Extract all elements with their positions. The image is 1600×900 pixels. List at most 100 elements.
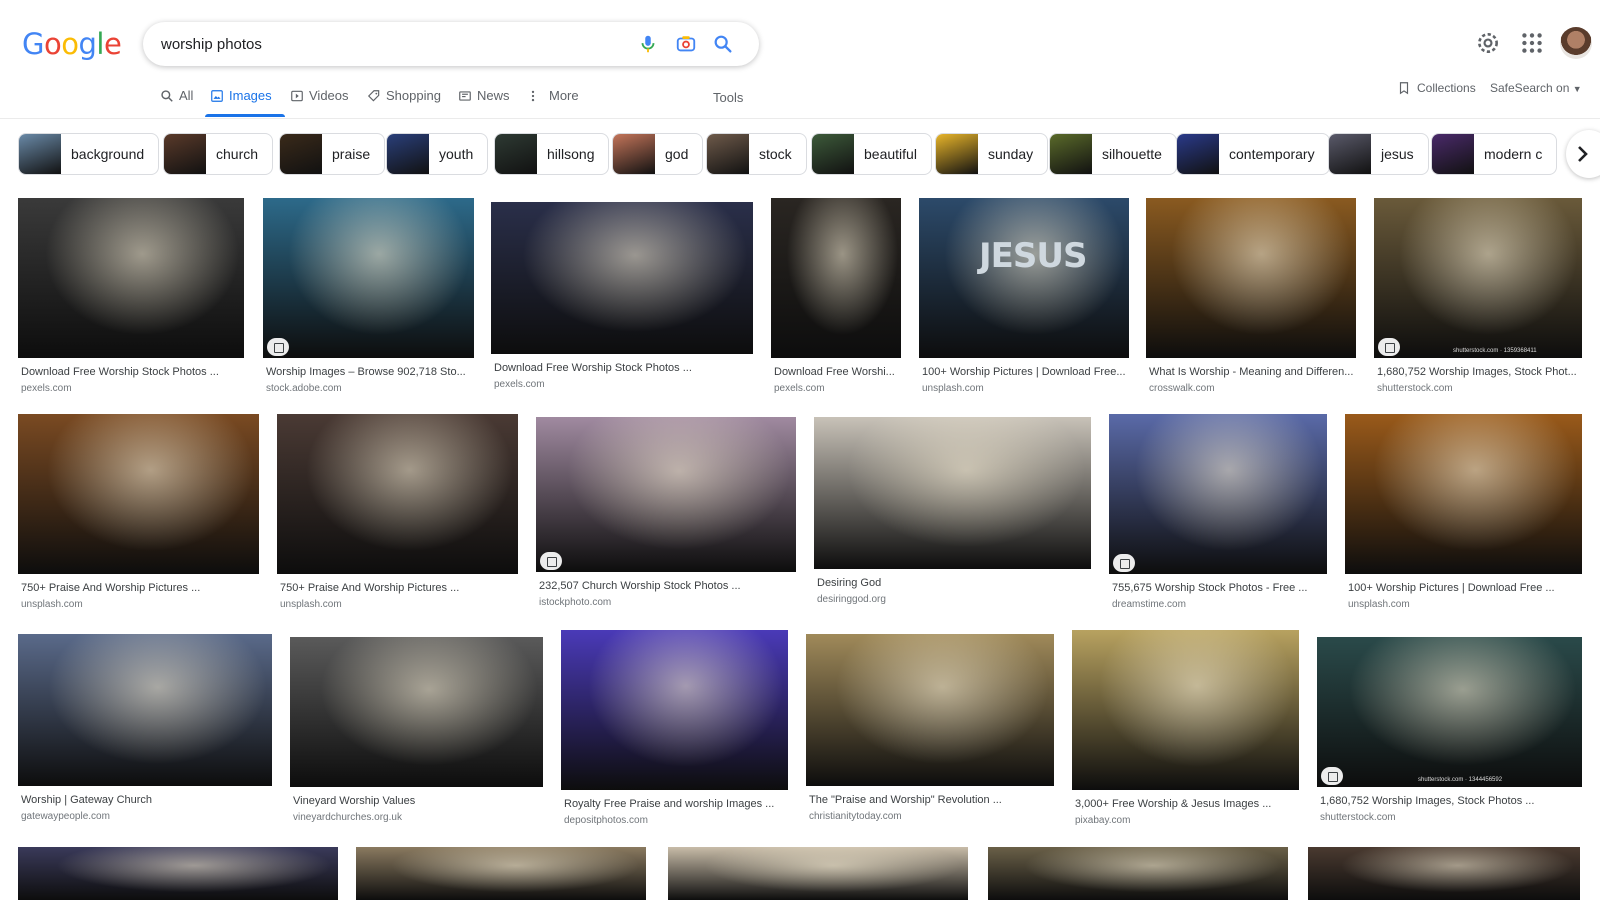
result-source[interactable]: desiringgod.org	[817, 594, 886, 605]
result-source[interactable]: shutterstock.com	[1377, 383, 1453, 394]
chip-modern-c[interactable]: modern c	[1431, 133, 1558, 175]
result-thumbnail[interactable]	[1317, 637, 1582, 787]
tab-all[interactable]: All	[160, 88, 193, 118]
safesearch-dropdown[interactable]: SafeSearch on ▼	[1490, 81, 1582, 95]
tab-shopping[interactable]: Shopping	[367, 88, 441, 118]
result-source[interactable]: unsplash.com	[1348, 599, 1410, 610]
product-badge-icon	[1378, 338, 1400, 356]
result-source[interactable]: pexels.com	[21, 383, 72, 394]
chip-god[interactable]: god	[612, 133, 704, 175]
result-title[interactable]: Worship Images – Browse 902,718 Sto...	[266, 366, 473, 378]
result-source[interactable]: unsplash.com	[21, 599, 83, 610]
result-thumbnail[interactable]	[277, 414, 518, 574]
result-source[interactable]: shutterstock.com	[1320, 812, 1396, 823]
result-source[interactable]: christianitytoday.com	[809, 811, 902, 822]
result-source[interactable]: pexels.com	[494, 379, 545, 390]
result-thumbnail[interactable]	[814, 417, 1091, 569]
result-source[interactable]: unsplash.com	[922, 383, 984, 394]
result-source[interactable]: stock.adobe.com	[266, 383, 342, 394]
gear-icon[interactable]	[1475, 30, 1501, 56]
search-box[interactable]	[143, 22, 759, 66]
result-thumbnail[interactable]	[988, 847, 1288, 900]
google-logo[interactable]: Google	[22, 27, 122, 61]
result-thumbnail[interactable]	[1072, 630, 1299, 790]
result-title[interactable]: 232,507 Church Worship Stock Photos ...	[539, 580, 795, 592]
tab-news[interactable]: News	[458, 88, 510, 118]
result-thumbnail[interactable]	[263, 198, 474, 358]
chip-praise[interactable]: praise	[279, 133, 386, 175]
avatar[interactable]	[1560, 27, 1592, 59]
search-icon[interactable]	[712, 33, 734, 55]
result-source[interactable]: pexels.com	[774, 383, 825, 394]
chip-beautiful[interactable]: beautiful	[811, 133, 932, 175]
result-thumbnail[interactable]	[806, 634, 1054, 786]
result-title[interactable]: Download Free Worship Stock Photos ...	[494, 362, 752, 374]
result-title[interactable]: Download Free Worshi...	[774, 366, 900, 378]
result-source[interactable]: unsplash.com	[280, 599, 342, 610]
apps-grid-icon[interactable]	[1519, 30, 1545, 56]
result-thumbnail[interactable]	[771, 198, 901, 358]
chip-stock[interactable]: stock	[706, 133, 807, 175]
result-thumbnail[interactable]	[1146, 198, 1356, 358]
chip-sunday[interactable]: sunday	[935, 133, 1049, 175]
result-thumbnail[interactable]	[1308, 847, 1580, 900]
result-title[interactable]: 750+ Praise And Worship Pictures ...	[280, 582, 517, 594]
chip-label: jesus	[1381, 146, 1414, 162]
result-source[interactable]: vineyardchurches.org.uk	[293, 812, 402, 823]
chip-church[interactable]: church	[163, 133, 274, 175]
result-source[interactable]: pixabay.com	[1075, 815, 1130, 826]
result-thumbnail[interactable]	[1374, 198, 1582, 358]
result-title[interactable]: 3,000+ Free Worship & Jesus Images ...	[1075, 798, 1298, 810]
result-source[interactable]: dreamstime.com	[1112, 599, 1186, 610]
chip-thumbnail	[613, 134, 655, 174]
result-title[interactable]: Vineyard Worship Values	[293, 795, 542, 807]
camera-lens-icon[interactable]	[675, 33, 697, 55]
result-thumbnail[interactable]	[356, 847, 646, 900]
microphone-icon[interactable]	[637, 33, 659, 55]
result-source[interactable]: istockphoto.com	[539, 597, 611, 608]
result-source[interactable]: gatewaypeople.com	[21, 811, 110, 822]
result-thumbnail[interactable]	[536, 417, 796, 572]
chip-silhouette[interactable]: silhouette	[1049, 133, 1177, 175]
result-source[interactable]: crosswalk.com	[1149, 383, 1215, 394]
chip-youth[interactable]: youth	[386, 133, 489, 175]
result-thumbnail[interactable]	[668, 847, 968, 900]
chip-hillsong[interactable]: hillsong	[494, 133, 610, 175]
chip-background[interactable]: background	[18, 133, 160, 175]
result-thumbnail[interactable]	[18, 634, 272, 786]
result-title[interactable]: Worship | Gateway Church	[21, 794, 271, 806]
chip-label: praise	[332, 146, 371, 162]
result-thumbnail[interactable]	[18, 847, 338, 900]
tools-button[interactable]: Tools	[713, 90, 743, 105]
tag-icon	[367, 89, 381, 103]
result-title[interactable]: 755,675 Worship Stock Photos - Free ...	[1112, 582, 1326, 594]
result-title[interactable]: 750+ Praise And Worship Pictures ...	[21, 582, 258, 594]
result-title[interactable]: 1,680,752 Worship Images, Stock Phot...	[1377, 366, 1581, 378]
result-thumbnail[interactable]	[18, 414, 259, 574]
result-title[interactable]: Royalty Free Praise and worship Images .…	[564, 798, 787, 810]
chip-contemporary[interactable]: contemporary	[1176, 133, 1330, 175]
chip-jesus[interactable]: jesus	[1328, 133, 1429, 175]
result-title[interactable]: 100+ Worship Pictures | Download Free...	[922, 366, 1128, 378]
result-title[interactable]: Download Free Worship Stock Photos ...	[21, 366, 243, 378]
result-thumbnail[interactable]	[18, 198, 244, 358]
tab-label: Shopping	[386, 88, 441, 103]
result-thumbnail[interactable]	[919, 198, 1129, 358]
result-title[interactable]: The "Praise and Worship" Revolution ...	[809, 794, 1053, 806]
result-thumbnail[interactable]	[491, 202, 753, 354]
chip-thumbnail	[1432, 134, 1474, 174]
result-title[interactable]: Desiring God	[817, 577, 1090, 589]
result-title[interactable]: What Is Worship - Meaning and Differen..…	[1149, 366, 1355, 378]
result-title[interactable]: 100+ Worship Pictures | Download Free ..…	[1348, 582, 1581, 594]
tab-more[interactable]: More	[530, 88, 579, 118]
result-title[interactable]: 1,680,752 Worship Images, Stock Photos .…	[1320, 795, 1581, 807]
collections-button[interactable]: Collections	[1397, 81, 1476, 95]
search-input[interactable]	[161, 22, 621, 66]
result-thumbnail[interactable]	[561, 630, 788, 790]
result-thumbnail[interactable]	[1109, 414, 1327, 574]
safesearch-label: SafeSearch on	[1490, 81, 1570, 95]
result-source[interactable]: depositphotos.com	[564, 815, 648, 826]
tab-videos[interactable]: Videos	[290, 88, 349, 118]
result-thumbnail[interactable]	[1345, 414, 1582, 574]
result-thumbnail[interactable]	[290, 637, 543, 787]
